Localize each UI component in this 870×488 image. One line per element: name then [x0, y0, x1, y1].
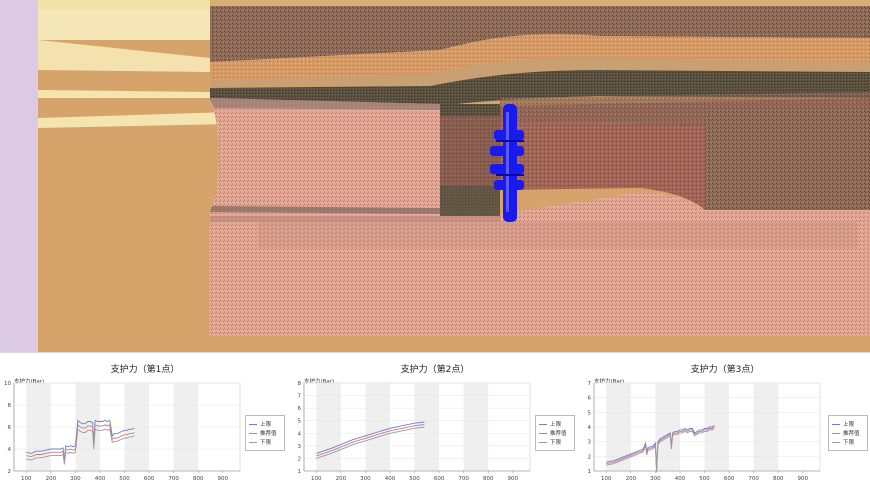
x-tick-label: 500 [119, 476, 130, 482]
legend-item: 上限 [832, 420, 854, 428]
chart-plot: 1 2 3 4 5 6 7 100 200 300 400 500 600 700 800 900 [588, 381, 821, 482]
chart-panel-2: 支护力（第2点） 支护力(Bar) 1 2 3 4 5 6 7 8 100 200 300 400 50… [290, 353, 580, 488]
x-tick-label: 800 [773, 476, 784, 482]
y-tick-label: 6 [298, 406, 302, 412]
legend-item: 下限 [539, 438, 561, 446]
x-tick-label: 300 [70, 476, 81, 482]
y-tick-label: 2 [8, 469, 12, 475]
y-tick-label: 4 [588, 425, 592, 431]
x-tick-label: 300 [650, 476, 661, 482]
shaded-band [316, 383, 341, 471]
background-soil-bottom [38, 336, 870, 352]
y-tick-label: 10 [4, 381, 11, 387]
y-tick-label: 1 [588, 469, 592, 475]
y-tick-label: 5 [298, 419, 302, 425]
y-tick-label: 6 [8, 425, 12, 431]
y-tick-label: 4 [8, 447, 12, 453]
y-tick-label: 1 [298, 469, 302, 475]
stratum-pink-lower [210, 192, 870, 336]
x-tick-label: 300 [360, 476, 371, 482]
x-tick-label: 800 [483, 476, 494, 482]
y-tick-label: 3 [588, 440, 592, 446]
legend-item: 上限 [539, 420, 561, 428]
x-tick-label: 900 [798, 476, 809, 482]
x-tick-label: 100 [311, 476, 322, 482]
stratum-edge [210, 216, 500, 222]
legend-item: 下限 [249, 438, 271, 446]
x-tick-label: 800 [193, 476, 204, 482]
x-tick-label: 700 [168, 476, 179, 482]
y-tick-label: 7 [298, 394, 302, 400]
x-tick-label: 100 [21, 476, 32, 482]
cream-band [38, 10, 210, 40]
tbm-shield-lower [440, 186, 500, 216]
legend-item: 推荐值 [832, 429, 860, 437]
shaded-band [365, 383, 390, 471]
viewport-side-strip [0, 0, 38, 352]
x-tick-label: 400 [95, 476, 106, 482]
x-tick-label: 200 [626, 476, 637, 482]
stratum-shade [258, 222, 858, 248]
x-tick-label: 600 [434, 476, 445, 482]
x-tick-label: 500 [699, 476, 710, 482]
x-tick-label: 700 [748, 476, 759, 482]
cream-band [38, 0, 210, 10]
y-tick-label: 3 [298, 444, 302, 450]
y-tick-label: 5 [588, 410, 592, 416]
chart-panel-3: 支护力（第3点） 支护力(Bar) 1 2 3 4 5 6 7 100 200 300 400 500… [580, 353, 870, 488]
chart-legend: 上限 推荐值 下限 [245, 415, 285, 451]
y-tick-label: 7 [588, 381, 592, 387]
x-tick-label: 900 [508, 476, 519, 482]
x-tick-label: 100 [601, 476, 612, 482]
x-tick-label: 400 [385, 476, 396, 482]
x-tick-label: 200 [336, 476, 347, 482]
legend-item: 推荐值 [249, 429, 277, 437]
x-tick-label: 400 [675, 476, 686, 482]
y-tick-label: 2 [588, 454, 592, 460]
y-tick-label: 8 [8, 403, 12, 409]
legend-item: 推荐值 [539, 429, 567, 437]
x-tick-label: 500 [409, 476, 420, 482]
legend-item: 上限 [249, 420, 271, 428]
tbm-tunnel-3d-view[interactable] [0, 0, 870, 352]
x-tick-label: 600 [144, 476, 155, 482]
stratum [210, 0, 870, 6]
x-tick-label: 900 [218, 476, 229, 482]
chart-legend: 上限 推荐值 下限 [828, 415, 868, 451]
chart-panel-1: 支护力（第1点） 支护力(Bar) 2 4 6 8 10 100 200 300 400 500 6… [0, 353, 290, 488]
chart-area: 支护力（第1点） 支护力(Bar) 2 4 6 8 10 100 200 300 400 500 6… [0, 352, 870, 488]
x-tick-label: 200 [46, 476, 57, 482]
tunnel-scene-svg[interactable] [0, 0, 870, 352]
y-tick-label: 4 [298, 431, 302, 437]
chart-legend: 上限 推荐值 下限 [535, 415, 575, 451]
tunnel-lining [210, 98, 440, 214]
shaded-band [414, 383, 440, 471]
y-tick-label: 6 [588, 396, 592, 402]
y-tick-label: 2 [298, 456, 302, 462]
y-tick-label: 8 [298, 381, 302, 387]
legend-item: 下限 [832, 438, 854, 446]
x-tick-label: 700 [458, 476, 469, 482]
x-tick-label: 600 [724, 476, 735, 482]
shaded-band [463, 383, 489, 471]
